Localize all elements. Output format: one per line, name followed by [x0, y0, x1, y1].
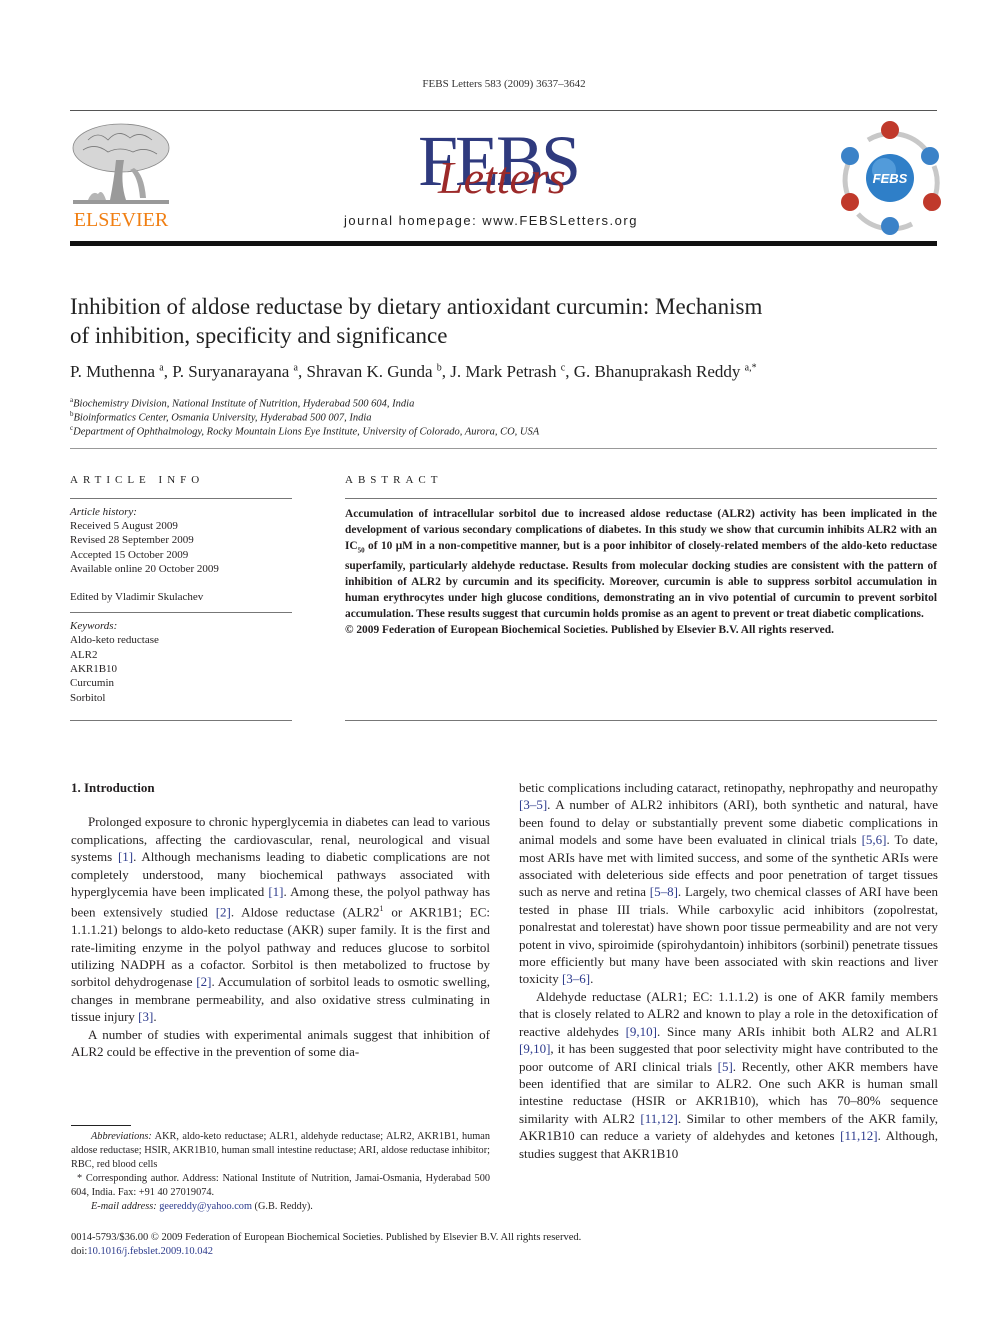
- history-online: Available online 20 October 2009: [70, 562, 219, 575]
- paragraph: Aldehyde reductase (ALR1; EC: 1.1.1.2) i…: [519, 988, 938, 1161]
- keyword: Sorbitol: [70, 691, 106, 704]
- doi-link[interactable]: 10.1016/j.febslet.2009.10.042: [87, 1246, 213, 1257]
- abstract-text: Accumulation of intracellular sorbitol d…: [345, 508, 937, 621]
- body-column-right: betic complications including cataract, …: [519, 779, 938, 1162]
- email-link[interactable]: geereddy@yahoo.com: [159, 1201, 252, 1212]
- divider: [70, 498, 292, 499]
- citation-link[interactable]: [2]: [216, 905, 231, 920]
- abstract: ABSTRACT Accumulation of intracellular s…: [345, 474, 937, 638]
- citation-link[interactable]: [5]: [718, 1059, 733, 1074]
- paragraph: Prolonged exposure to chronic hyperglyce…: [71, 814, 491, 1025]
- abstract-heading: ABSTRACT: [345, 474, 443, 486]
- divider: [70, 612, 292, 614]
- citation-link[interactable]: [3–5]: [519, 797, 547, 812]
- header-thick-divider: [70, 241, 937, 246]
- article-info-heading: ARTICLE INFO: [70, 474, 205, 486]
- citation-link[interactable]: [11,12]: [840, 1128, 877, 1143]
- header-divider: [70, 110, 937, 111]
- edited-by: Edited by Vladimir Skulachev: [70, 591, 204, 604]
- abstract-copyright: © 2009 Federation of European Biochemica…: [345, 624, 834, 637]
- elsevier-wordmark: ELSEVIER: [73, 209, 169, 231]
- abstract-end-divider: [345, 720, 937, 721]
- citation-link[interactable]: [1]: [268, 884, 283, 899]
- bottom-notice: 0014-5793/$36.00 © 2009 Federation of Eu…: [71, 1231, 581, 1259]
- abbreviations-footnote: Abbreviations: AKR, aldo-keto reductase;…: [71, 1131, 490, 1170]
- elsevier-tree-icon: [72, 123, 170, 204]
- affiliation-c: cDepartment of Ophthalmology, Rocky Moun…: [70, 424, 540, 438]
- journal-homepage-link[interactable]: journal homepage: www.FEBSLetters.org: [344, 213, 638, 228]
- author-list: P. Muthenna a, P. Suryanarayana a, Shrav…: [70, 362, 757, 381]
- footnote-rule: [71, 1125, 131, 1126]
- febs-logo-text: FEBS: [873, 171, 908, 186]
- doi-line: doi:10.1016/j.febslet.2009.10.042: [71, 1246, 214, 1257]
- keyword: AKR1B10: [70, 663, 118, 676]
- affiliation-b: bBioinformatics Center, Osmania Universi…: [70, 410, 372, 424]
- author[interactable]: J. Mark Petrash c: [450, 362, 565, 381]
- citation-link[interactable]: [9,10]: [519, 1041, 550, 1056]
- history-accepted: Accepted 15 October 2009: [70, 548, 189, 561]
- citation-link[interactable]: [11,12]: [640, 1111, 677, 1126]
- section-heading: 1. Introduction: [71, 780, 155, 795]
- corresponding-author-footnote: * Corresponding author. Address: Nationa…: [71, 1173, 490, 1198]
- febs-logo-sub: Letters: [438, 152, 566, 203]
- elsevier-logo[interactable]: ELSEVIER: [68, 120, 174, 232]
- citation-link[interactable]: [5,6]: [862, 832, 887, 847]
- author[interactable]: P. Muthenna a: [70, 362, 164, 381]
- affiliation-divider: [70, 448, 937, 449]
- keyword: ALR2: [70, 648, 98, 661]
- citation-link[interactable]: [5–8]: [650, 884, 678, 899]
- email-footnote: E-mail address: geereddy@yahoo.com (G.B.…: [91, 1201, 313, 1212]
- issn-line: 0014-5793/$36.00 © 2009 Federation of Eu…: [71, 1232, 582, 1243]
- article-info: ARTICLE INFO Article history: Received 5…: [70, 474, 292, 705]
- citation-link[interactable]: [3–6]: [562, 971, 590, 986]
- citation-link[interactable]: [1]: [118, 849, 133, 864]
- affiliation-a: aBiochemistry Division, National Institu…: [70, 396, 415, 410]
- footnotes: Abbreviations: AKR, aldo-keto reductase;…: [71, 1130, 490, 1214]
- body-column-left: 1. Introduction Prolonged exposure to ch…: [71, 779, 490, 1060]
- footnote-marker[interactable]: 1: [380, 904, 384, 913]
- keywords-label: Keywords:: [70, 620, 118, 633]
- citation-link[interactable]: [3]: [138, 1009, 153, 1024]
- history-revised: Revised 28 September 2009: [70, 534, 194, 547]
- title-line-1: Inhibition of aldose reductase by dietar…: [70, 294, 763, 319]
- keyword: Curcumin: [70, 677, 114, 690]
- author[interactable]: Shravan K. Gunda b: [306, 362, 441, 381]
- paragraph: A number of studies with experimental an…: [71, 1026, 490, 1060]
- divider: [345, 498, 937, 499]
- febs-society-logo[interactable]: FEBS: [838, 118, 943, 238]
- keyword: Aldo-keto reductase: [70, 634, 159, 647]
- article-title: Inhibition of aldose reductase by dietar…: [70, 292, 950, 350]
- paragraph-continued: betic complications including cataract, …: [519, 780, 939, 987]
- title-line-2: of inhibition, specificity and significa…: [70, 323, 448, 348]
- citation-link[interactable]: [2]: [196, 974, 211, 989]
- history-label: Article history:: [70, 506, 137, 518]
- febs-letters-logo[interactable]: FEBS Letters: [400, 125, 620, 205]
- journal-reference: FEBS Letters 583 (2009) 3637–3642: [422, 78, 586, 90]
- author[interactable]: P. Suryanarayana a: [172, 362, 298, 381]
- author[interactable]: G. Bhanuprakash Reddy a,*: [574, 362, 757, 381]
- article-info-end-divider: [70, 720, 292, 721]
- citation-link[interactable]: [9,10]: [626, 1024, 657, 1039]
- febs-molecule-icon: FEBS: [841, 121, 941, 235]
- history-received: Received 5 August 2009: [70, 520, 178, 532]
